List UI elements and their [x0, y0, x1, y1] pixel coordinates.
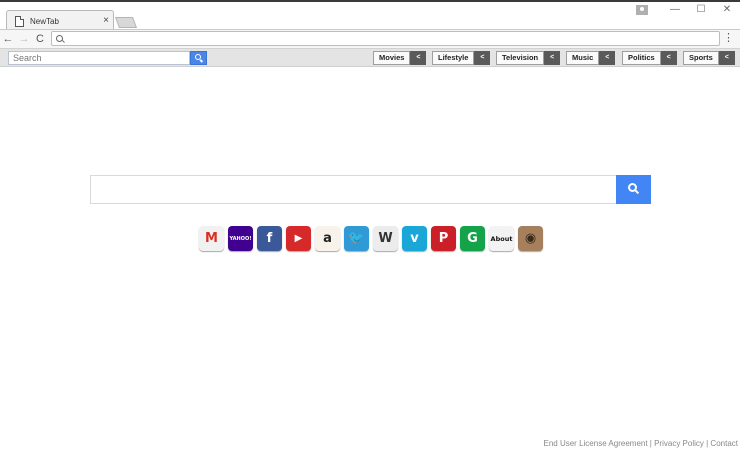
menu-icon[interactable]: ⋮ [723, 32, 734, 45]
shortcut-glyph: ◉ [524, 231, 537, 246]
shortcut-glyph: W [378, 231, 393, 246]
shortcut-bar: M YAHOO! f ▶ a 🐦 Wv P G About ◉ [199, 226, 547, 251]
contact-link[interactable]: Contact [710, 439, 738, 448]
tab-strip: NewTab × — ☐ ✕ [0, 0, 740, 31]
shortcut-glyph: ▶ [294, 233, 303, 244]
shortcut-glyph: v [410, 231, 419, 246]
minimize-button[interactable]: — [662, 2, 688, 18]
shortcut-glyph: P [438, 231, 449, 246]
shortcut-glyph: 🐦 [348, 231, 365, 246]
category-sports[interactable]: Sports < [683, 51, 735, 65]
category-music[interactable]: Music < [566, 51, 616, 65]
category-label: Sports [683, 51, 719, 65]
search-icon [628, 183, 637, 192]
facebook-icon[interactable]: f [257, 226, 282, 251]
gmail-icon[interactable]: M [199, 226, 224, 251]
chevron-left-icon[interactable]: < [718, 51, 735, 65]
toolbar-search-input[interactable] [8, 51, 190, 65]
category-label: Television [496, 51, 545, 65]
shortcut-glyph: a [323, 231, 332, 246]
window-controls: — ☐ ✕ [636, 2, 740, 18]
toolbar-search-button[interactable] [190, 51, 207, 65]
pinterest-icon[interactable]: P [431, 226, 456, 251]
category-movies[interactable]: Movies < [373, 51, 427, 65]
close-window-button[interactable]: ✕ [714, 2, 740, 18]
chevron-left-icon[interactable]: < [474, 51, 491, 65]
chevron-left-icon[interactable]: < [410, 51, 427, 65]
extension-toolbar: Movies < Lifestyle < Television < Music … [0, 48, 740, 67]
chevron-left-icon[interactable]: < [544, 51, 561, 65]
browser-window: NewTab × — ☐ ✕ ← → C ⋮ Movies < [0, 0, 740, 449]
twitter-icon[interactable]: 🐦 [344, 226, 369, 251]
address-bar[interactable] [51, 31, 720, 46]
address-input[interactable] [69, 33, 719, 44]
main-search-input[interactable] [90, 175, 617, 204]
eula-link[interactable]: End User License Agreement [544, 439, 648, 448]
category-label: Movies [373, 51, 411, 65]
maximize-button[interactable]: ☐ [688, 2, 714, 18]
grammarly-icon[interactable]: G [460, 226, 485, 251]
vimeo-icon[interactable]: v [402, 226, 427, 251]
shortcut-glyph: M [205, 231, 218, 246]
main-search-button[interactable] [616, 175, 651, 204]
tab-title: NewTab [30, 16, 59, 26]
forward-button[interactable]: → [16, 33, 32, 45]
profile-icon[interactable] [636, 5, 648, 15]
about-icon[interactable]: About [489, 226, 514, 251]
tab-newtab[interactable]: NewTab × [6, 10, 114, 31]
wikipedia-icon[interactable]: W [373, 226, 398, 251]
shortcut-glyph: G [467, 231, 478, 246]
new-tab-button[interactable] [114, 17, 138, 28]
category-politics[interactable]: Politics < [622, 51, 677, 65]
reload-button[interactable]: C [32, 33, 48, 45]
category-label: Music [566, 51, 600, 65]
navigation-bar: ← → C ⋮ [0, 29, 740, 48]
back-button[interactable]: ← [0, 33, 16, 45]
tab-close-icon[interactable]: × [99, 15, 113, 26]
shortcut-glyph: About [490, 234, 513, 243]
category-television[interactable]: Television < [496, 51, 561, 65]
youtube-icon[interactable]: ▶ [286, 226, 311, 251]
search-icon [195, 54, 201, 60]
privacy-policy-link[interactable]: Privacy Policy [654, 439, 704, 448]
shortcut-glyph: f [266, 231, 273, 246]
footer-links: End User License Agreement | Privacy Pol… [544, 439, 739, 448]
chevron-left-icon[interactable]: < [660, 51, 677, 65]
amazon-icon[interactable]: a [315, 226, 340, 251]
page-icon [15, 15, 24, 27]
shortcut-glyph: YAHOO! [229, 235, 252, 242]
category-label: Lifestyle [432, 51, 475, 65]
yahoo-icon[interactable]: YAHOO! [228, 226, 253, 251]
category-lifestyle[interactable]: Lifestyle < [432, 51, 491, 65]
search-icon [56, 35, 63, 42]
instagram-icon[interactable]: ◉ [518, 226, 543, 251]
chevron-left-icon[interactable]: < [599, 51, 616, 65]
category-label: Politics [622, 51, 661, 65]
